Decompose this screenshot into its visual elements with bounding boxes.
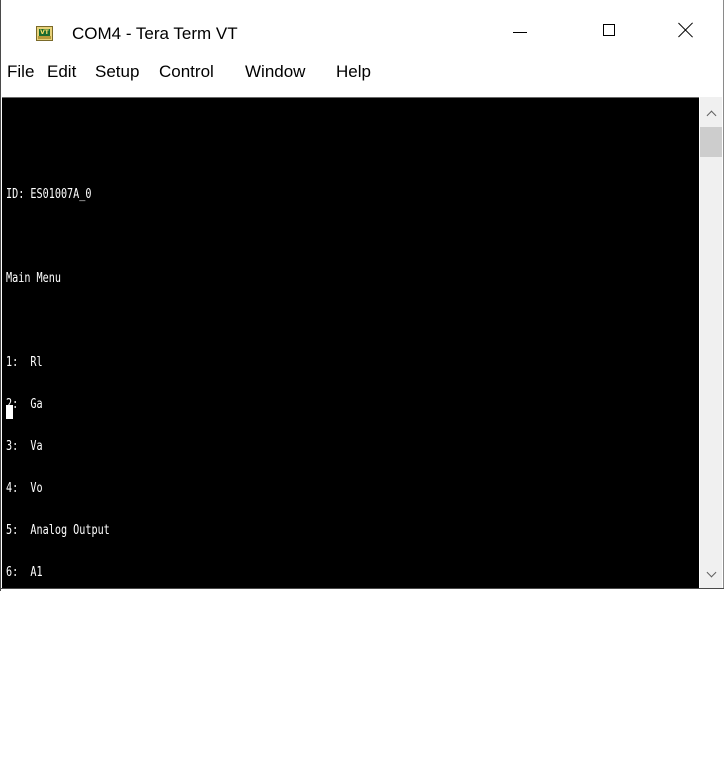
terminal-output: ID: ES01007A_0 Main Menu 1: Rl 2: Ga 3: … bbox=[6, 118, 140, 776]
menu-help[interactable]: Help bbox=[336, 62, 371, 82]
minimize-icon bbox=[513, 31, 527, 33]
menu-option-4: 4: Vo bbox=[6, 481, 43, 496]
terminal-screen[interactable]: ID: ES01007A_0 Main Menu 1: Rl 2: Ga 3: … bbox=[2, 97, 699, 748]
app-icon-label: VT bbox=[39, 29, 50, 36]
scrollbar-thumb[interactable] bbox=[700, 127, 722, 157]
menu-option-7: 7: A2 bbox=[6, 607, 43, 622]
menu-control[interactable]: Control bbox=[159, 62, 214, 82]
menu-option-8: 8: Special Parameters bbox=[6, 649, 141, 664]
menu-bar: File Edit Setup Control Window Help bbox=[1, 62, 723, 88]
menu-option-5: 5: Analog Output bbox=[6, 523, 110, 538]
minimize-button[interactable] bbox=[497, 13, 543, 47]
menu-option-2: 2: Ga bbox=[6, 397, 43, 412]
terminal-line-menu-heading: Main Menu bbox=[6, 271, 61, 286]
teraterm-window: VT COM4 - Tera Term VT File Edit Setup C… bbox=[0, 0, 724, 748]
close-icon bbox=[678, 22, 694, 38]
maximize-icon bbox=[603, 24, 615, 36]
maximize-button[interactable] bbox=[586, 13, 632, 47]
menu-window[interactable]: Window bbox=[245, 62, 305, 82]
chevron-down-icon bbox=[706, 567, 716, 577]
chevron-up-icon bbox=[706, 110, 716, 120]
window-title: COM4 - Tera Term VT bbox=[72, 24, 238, 43]
menu-option-6: 6: A1 bbox=[6, 565, 43, 580]
teraterm-vt-icon[interactable]: VT bbox=[36, 26, 53, 41]
menu-file[interactable]: File bbox=[7, 62, 34, 82]
menu-option-exit: x: > Exit bbox=[6, 733, 61, 748]
text-cursor bbox=[6, 405, 13, 419]
close-button[interactable] bbox=[663, 13, 709, 47]
menu-setup[interactable]: Setup bbox=[95, 62, 139, 82]
terminal-line-device-id: ID: ES01007A_0 bbox=[6, 187, 92, 202]
scroll-up-button[interactable] bbox=[700, 103, 722, 123]
menu-option-3: 3: Va bbox=[6, 439, 43, 454]
vertical-scrollbar[interactable] bbox=[700, 97, 722, 588]
menu-edit[interactable]: Edit bbox=[47, 62, 76, 82]
menu-option-1: 1: Rl bbox=[6, 355, 43, 370]
scroll-down-button[interactable] bbox=[700, 564, 722, 584]
title-bar[interactable]: VT COM4 - Tera Term VT bbox=[1, 0, 723, 47]
